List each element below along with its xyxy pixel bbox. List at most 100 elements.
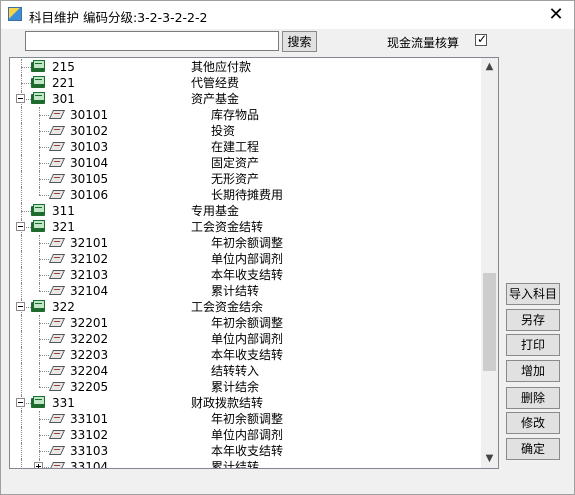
tree-row[interactable]: 30106 长期待摊费用 — [10, 187, 481, 203]
tree-row[interactable]: 30101 库存物品 — [10, 107, 481, 123]
import-account-button[interactable]: 导入科目 — [506, 283, 560, 305]
account-name: 其他应付款 — [191, 60, 252, 74]
account-code: 215 — [52, 60, 75, 74]
cash-flow-checkbox[interactable]: ✓ — [475, 32, 487, 46]
expand-toggle-icon[interactable] — [34, 462, 43, 468]
search-input[interactable] — [25, 31, 279, 51]
account-name: 年初余额调整 — [211, 412, 284, 426]
book-page — [33, 220, 45, 229]
account-leaf-icon — [48, 285, 66, 297]
confirm-button[interactable]: 确定 — [506, 438, 560, 460]
tree-row[interactable]: 32101 年初余额调整 — [10, 235, 481, 251]
modify-button[interactable]: 修改 — [506, 412, 560, 434]
vertical-scrollbar[interactable]: ▲ ▼ — [481, 58, 498, 468]
account-leaf-icon — [48, 349, 66, 361]
tree-row[interactable]: 30102 投资 — [10, 123, 481, 139]
tree-row[interactable]: 32104 累计结转 — [10, 283, 481, 299]
leaf-page — [48, 446, 66, 455]
collapse-toggle-icon[interactable] — [16, 222, 25, 231]
account-code: 33104 — [70, 460, 109, 468]
window-title: 科目维护 编码分级:3-2-3-2-2-2 — [29, 10, 208, 25]
leaf-page — [48, 382, 66, 391]
account-tree[interactable]: 215 其他应付款 221 代管经费 301 资产基金 30101 库存物品 30102 投资 30… — [9, 57, 499, 469]
scroll-up-icon[interactable]: ▲ — [481, 60, 498, 74]
tree-rows: 215 其他应付款 221 代管经费 301 资产基金 30101 库存物品 30102 投资 30… — [10, 58, 481, 468]
collapse-toggle-icon[interactable] — [16, 302, 25, 311]
book-page — [33, 76, 45, 85]
tree-row[interactable]: 30104 固定资产 — [10, 155, 481, 171]
tree-row[interactable]: 311 专用基金 — [10, 203, 481, 219]
book-line — [35, 399, 42, 400]
tree-line — [39, 131, 49, 132]
account-name: 无形资产 — [211, 172, 260, 186]
account-code: 321 — [52, 220, 75, 234]
tree-line — [21, 379, 22, 395]
account-code: 32104 — [70, 284, 109, 298]
account-book-icon — [31, 92, 46, 105]
tree-row[interactable]: 301 资产基金 — [10, 91, 481, 107]
account-book-icon — [31, 76, 46, 89]
tree-line — [21, 363, 22, 379]
account-name: 投资 — [211, 124, 236, 138]
tree-row[interactable]: 322 工会资金结余 — [10, 299, 481, 315]
account-code: 30106 — [70, 188, 109, 202]
delete-button[interactable]: 删除 — [506, 387, 560, 409]
book-line — [35, 303, 42, 304]
add-button[interactable]: 增加 — [506, 360, 560, 382]
tree-row[interactable]: 33103 本年收支结转 — [10, 443, 481, 459]
print-button[interactable]: 打印 — [506, 334, 560, 356]
account-name: 单位内部调剂 — [211, 428, 284, 442]
leaf-line — [53, 113, 61, 114]
tree-row[interactable]: 321 工会资金结转 — [10, 219, 481, 235]
account-book-icon — [31, 204, 46, 217]
book-page — [33, 60, 45, 69]
account-code: 33101 — [70, 412, 109, 426]
tree-row[interactable]: 33104 累计结转 — [10, 459, 481, 468]
account-name: 本年收支结转 — [211, 348, 284, 362]
scrollbar-thumb[interactable] — [483, 273, 496, 371]
save-as-button[interactable]: 另存 — [506, 309, 560, 331]
tree-row[interactable]: 30105 无形资产 — [10, 171, 481, 187]
search-button[interactable]: 搜索 — [282, 31, 317, 52]
tree-row[interactable]: 32202 单位内部调剂 — [10, 331, 481, 347]
tree-row[interactable]: 32204 结转转入 — [10, 363, 481, 379]
leaf-page — [48, 110, 66, 119]
tree-line — [21, 443, 22, 459]
tree-row[interactable]: 32205 累计结余 — [10, 379, 481, 395]
account-book-icon — [31, 220, 46, 233]
tree-line — [21, 235, 22, 251]
account-leaf-icon — [48, 237, 66, 249]
tree-row[interactable]: 32201 年初余额调整 — [10, 315, 481, 331]
account-code: 32202 — [70, 332, 109, 346]
collapse-toggle-icon[interactable] — [16, 398, 25, 407]
tree-row[interactable]: 32203 本年收支结转 — [10, 347, 481, 363]
tree-line — [21, 83, 31, 84]
account-leaf-icon — [48, 141, 66, 153]
tree-row[interactable]: 30103 在建工程 — [10, 139, 481, 155]
tree-line — [39, 419, 49, 420]
leaf-page — [48, 318, 66, 327]
account-leaf-icon — [48, 189, 66, 201]
leaf-page — [48, 334, 66, 343]
account-name: 年初余额调整 — [211, 236, 284, 250]
leaf-line — [53, 177, 61, 178]
tree-row[interactable]: 215 其他应付款 — [10, 59, 481, 75]
tree-row[interactable]: 221 代管经费 — [10, 75, 481, 91]
tree-row[interactable]: 331 财政拨款结转 — [10, 395, 481, 411]
cash-flow-label: 现金流量核算 — [387, 36, 460, 50]
title-bar: 科目维护 编码分级:3-2-3-2-2-2 ✕ — [1, 1, 574, 29]
tree-row[interactable]: 32102 单位内部调剂 — [10, 251, 481, 267]
tree-line — [21, 187, 22, 203]
book-line — [35, 207, 42, 208]
collapse-toggle-icon[interactable] — [16, 94, 25, 103]
close-button[interactable]: ✕ — [541, 3, 571, 27]
tree-row[interactable]: 33101 年初余额调整 — [10, 411, 481, 427]
leaf-page — [48, 430, 66, 439]
account-code: 32103 — [70, 268, 109, 282]
tree-row[interactable]: 33102 单位内部调剂 — [10, 427, 481, 443]
leaf-line — [53, 145, 61, 146]
scroll-down-icon[interactable]: ▼ — [481, 452, 498, 466]
account-leaf-icon — [48, 333, 66, 345]
tree-row[interactable]: 32103 本年收支结转 — [10, 267, 481, 283]
tree-line — [21, 331, 22, 347]
